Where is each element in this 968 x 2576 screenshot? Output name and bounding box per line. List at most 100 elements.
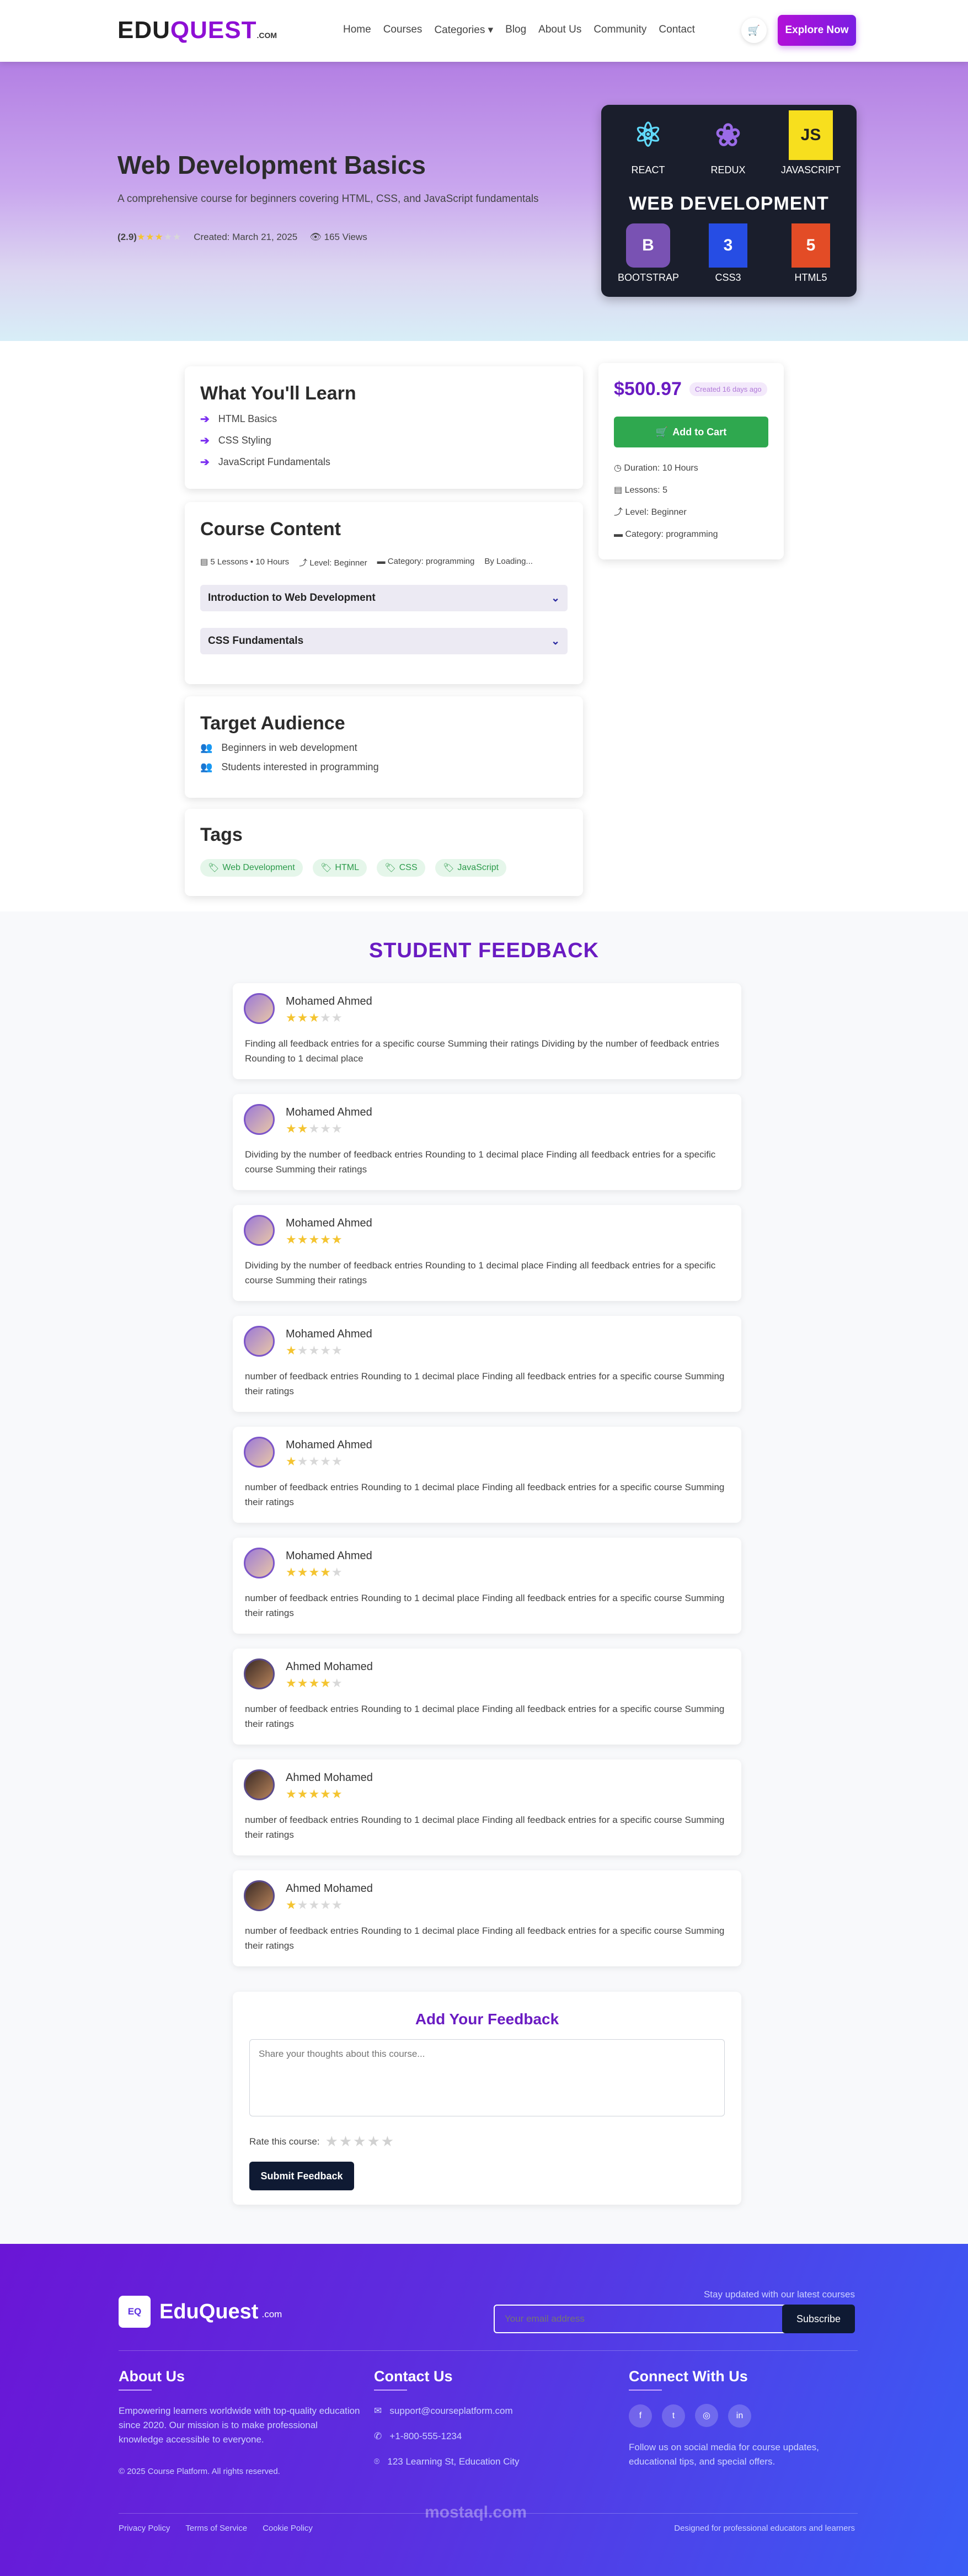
terms-link[interactable]: Terms of Service (185, 2524, 247, 2533)
html5-icon: 5 (791, 223, 830, 268)
nav-about[interactable]: About Us (538, 24, 581, 36)
connect-text: Follow us on social media for course upd… (629, 2442, 819, 2467)
nav-categories[interactable]: Categories ▾ (434, 24, 493, 36)
react-icon: ⚛ (633, 116, 663, 153)
avatar (244, 1548, 275, 1578)
footer-logo[interactable]: EQ EduQuest .com (119, 2296, 282, 2328)
review-text: Finding all feedback entries for a speci… (245, 1038, 719, 1064)
footer: EQ EduQuest .com Stay updated with our la… (0, 2244, 968, 2576)
redux-logo: ❀ REDUX (698, 110, 758, 176)
avatar (244, 993, 275, 1024)
reviewer-name: Mohamed Ahmed (286, 1217, 372, 1229)
javascript-icon: JS (789, 110, 833, 160)
reviewer-name: Ahmed Mohamed (286, 1882, 373, 1895)
learn-item: ➔ HTML Basics (200, 413, 277, 425)
review-stars: ★★★★★ (286, 1122, 343, 1135)
nav-blog[interactable]: Blog (505, 24, 526, 36)
section-accordion-intro[interactable]: Introduction to Web Development ⌄ (200, 585, 568, 611)
cookie-link[interactable]: Cookie Policy (263, 2524, 313, 2533)
watermark: mostaql.com (425, 2503, 527, 2521)
reviewer-name: Mohamed Ahmed (286, 1328, 372, 1340)
newsletter-text: Stay updated with our latest courses (703, 2289, 855, 2300)
contact-email[interactable]: ✉ support@courseplatform.com (374, 2404, 513, 2418)
avatar (244, 1658, 275, 1689)
hero: Web Development Basics A comprehensive c… (0, 62, 968, 341)
nav-community[interactable]: Community (593, 24, 646, 36)
add-feedback-title: Add Your Feedback (415, 2010, 559, 2028)
add-to-cart-button[interactable]: 🛒 Add to Cart (614, 417, 768, 447)
tag-icon: 🏷 (320, 863, 332, 873)
tag-chip[interactable]: 🏷 HTML (313, 859, 367, 877)
reviewer-name: Ahmed Mohamed (286, 1661, 373, 1673)
reviewer-name: Mohamed Ahmed (286, 1106, 372, 1118)
explore-now-button[interactable]: Explore Now (778, 15, 856, 46)
contact-phone[interactable]: ✆ +1-800-555-1234 (374, 2429, 462, 2444)
rate-stars[interactable]: ★★★★★ (325, 2133, 395, 2150)
feedback-card: Mohamed Ahmed ★★★★★ number of feedback ent… (233, 1316, 741, 1412)
level-info: ⤴ Level: Beginner (614, 508, 687, 517)
redux-icon: ❀ (715, 118, 741, 152)
nav-home[interactable]: Home (343, 24, 371, 36)
tag-icon: 🏷 (208, 863, 220, 873)
created-badge: Created 16 days ago (689, 382, 767, 396)
clock-icon: ◷ (614, 463, 622, 473)
audience-item: 👥 Beginners in web development (200, 742, 357, 753)
course-title: Web Development Basics (117, 151, 426, 179)
learn-item: ➔ JavaScript Fundamentals (200, 456, 330, 468)
feedback-card: Mohamed Ahmed ★★★★★ Dividing by the number… (233, 1094, 741, 1190)
subscribe-button[interactable]: Subscribe (782, 2305, 855, 2333)
rating-stars: ★★★★★ (136, 232, 182, 242)
avatar (244, 1769, 275, 1800)
users-icon: 👥 (200, 742, 213, 753)
learn-card: What You'll Learn ➔ HTML Basics ➔ CSS Styl… (185, 366, 583, 489)
submit-feedback-button[interactable]: Submit Feedback (249, 2162, 354, 2190)
review-text: Dividing by the number of feedback entri… (245, 1149, 716, 1175)
tag-chip[interactable]: 🏷 JavaScript (435, 859, 507, 877)
instagram-icon[interactable]: ◎ (695, 2404, 718, 2427)
about-title: About Us (119, 2368, 185, 2391)
logo[interactable]: EDUQUEST.COM (117, 17, 277, 44)
navbar: EDUQUEST.COM Home Courses Categories ▾ B… (0, 0, 968, 62)
review-stars: ★★★★★ (286, 1454, 343, 1468)
content-title: Course Content (200, 519, 341, 540)
review-text: number of feedback entries Rounding to 1… (245, 1371, 725, 1396)
duration-info: ◷ Duration: 10 Hours (614, 463, 698, 473)
audience-item: 👥 Students interested in programming (200, 761, 379, 772)
lessons-info: ▤ Lessons: 5 (614, 486, 667, 495)
tag-chip[interactable]: 🏷 CSS (377, 859, 425, 877)
cart-icon[interactable]: 🛒 (741, 18, 767, 43)
cart-icon: 🛒 (655, 426, 668, 438)
feedback-textarea[interactable] (249, 2039, 725, 2116)
created-date: Created: March 21, 2025 (194, 232, 298, 242)
content-card: Course Content ▤ 5 Lessons • 10 Hours ⤴ … (185, 502, 583, 684)
feedback-card: Mohamed Ahmed ★★★★★ number of feedback ent… (233, 1538, 741, 1634)
reviewer-name: Mohamed Ahmed (286, 995, 372, 1007)
chevron-down-icon: ⌄ (551, 592, 560, 604)
review-stars: ★★★★★ (286, 1343, 343, 1357)
twitter-icon[interactable]: t (662, 2404, 685, 2428)
nav-courses[interactable]: Courses (383, 24, 423, 36)
about-text: Empowering learners worldwide with top-q… (119, 2406, 360, 2445)
category-info: ▬ Category: programming (614, 530, 718, 539)
tag-icon: 🏷 (443, 863, 454, 873)
feedback-title: STUDENT FEEDBACK (368, 939, 600, 962)
legal-links: Privacy Policy Terms of Service Cookie P… (119, 2524, 313, 2533)
review-stars: ★★★★★ (286, 1011, 343, 1025)
tag-chip[interactable]: 🏷 Web Development (200, 859, 303, 877)
reviewer-name: Mohamed Ahmed (286, 1439, 372, 1451)
avatar (244, 1326, 275, 1357)
privacy-link[interactable]: Privacy Policy (119, 2524, 170, 2533)
facebook-icon[interactable]: f (629, 2404, 652, 2428)
review-stars: ★★★★★ (286, 1898, 343, 1912)
review-stars: ★★★★★ (286, 1233, 343, 1246)
add-feedback-form: Add Your Feedback Rate this course: ★★★★… (233, 1992, 741, 2205)
footer-tagline: Designed for professional educators and … (674, 2524, 855, 2533)
nav-contact[interactable]: Contact (659, 24, 694, 36)
course-meta: (2.9)★★★★★ Created: March 21, 2025 👁 165… (117, 232, 367, 243)
linkedin-icon[interactable]: in (728, 2404, 751, 2428)
newsletter-email-input[interactable] (494, 2305, 791, 2333)
audience-card: Target Audience 👥 Beginners in web develo… (185, 696, 583, 798)
section-accordion-css[interactable]: CSS Fundamentals ⌄ (200, 628, 568, 654)
avatar (244, 1880, 275, 1911)
chevron-down-icon: ⌄ (551, 635, 560, 647)
